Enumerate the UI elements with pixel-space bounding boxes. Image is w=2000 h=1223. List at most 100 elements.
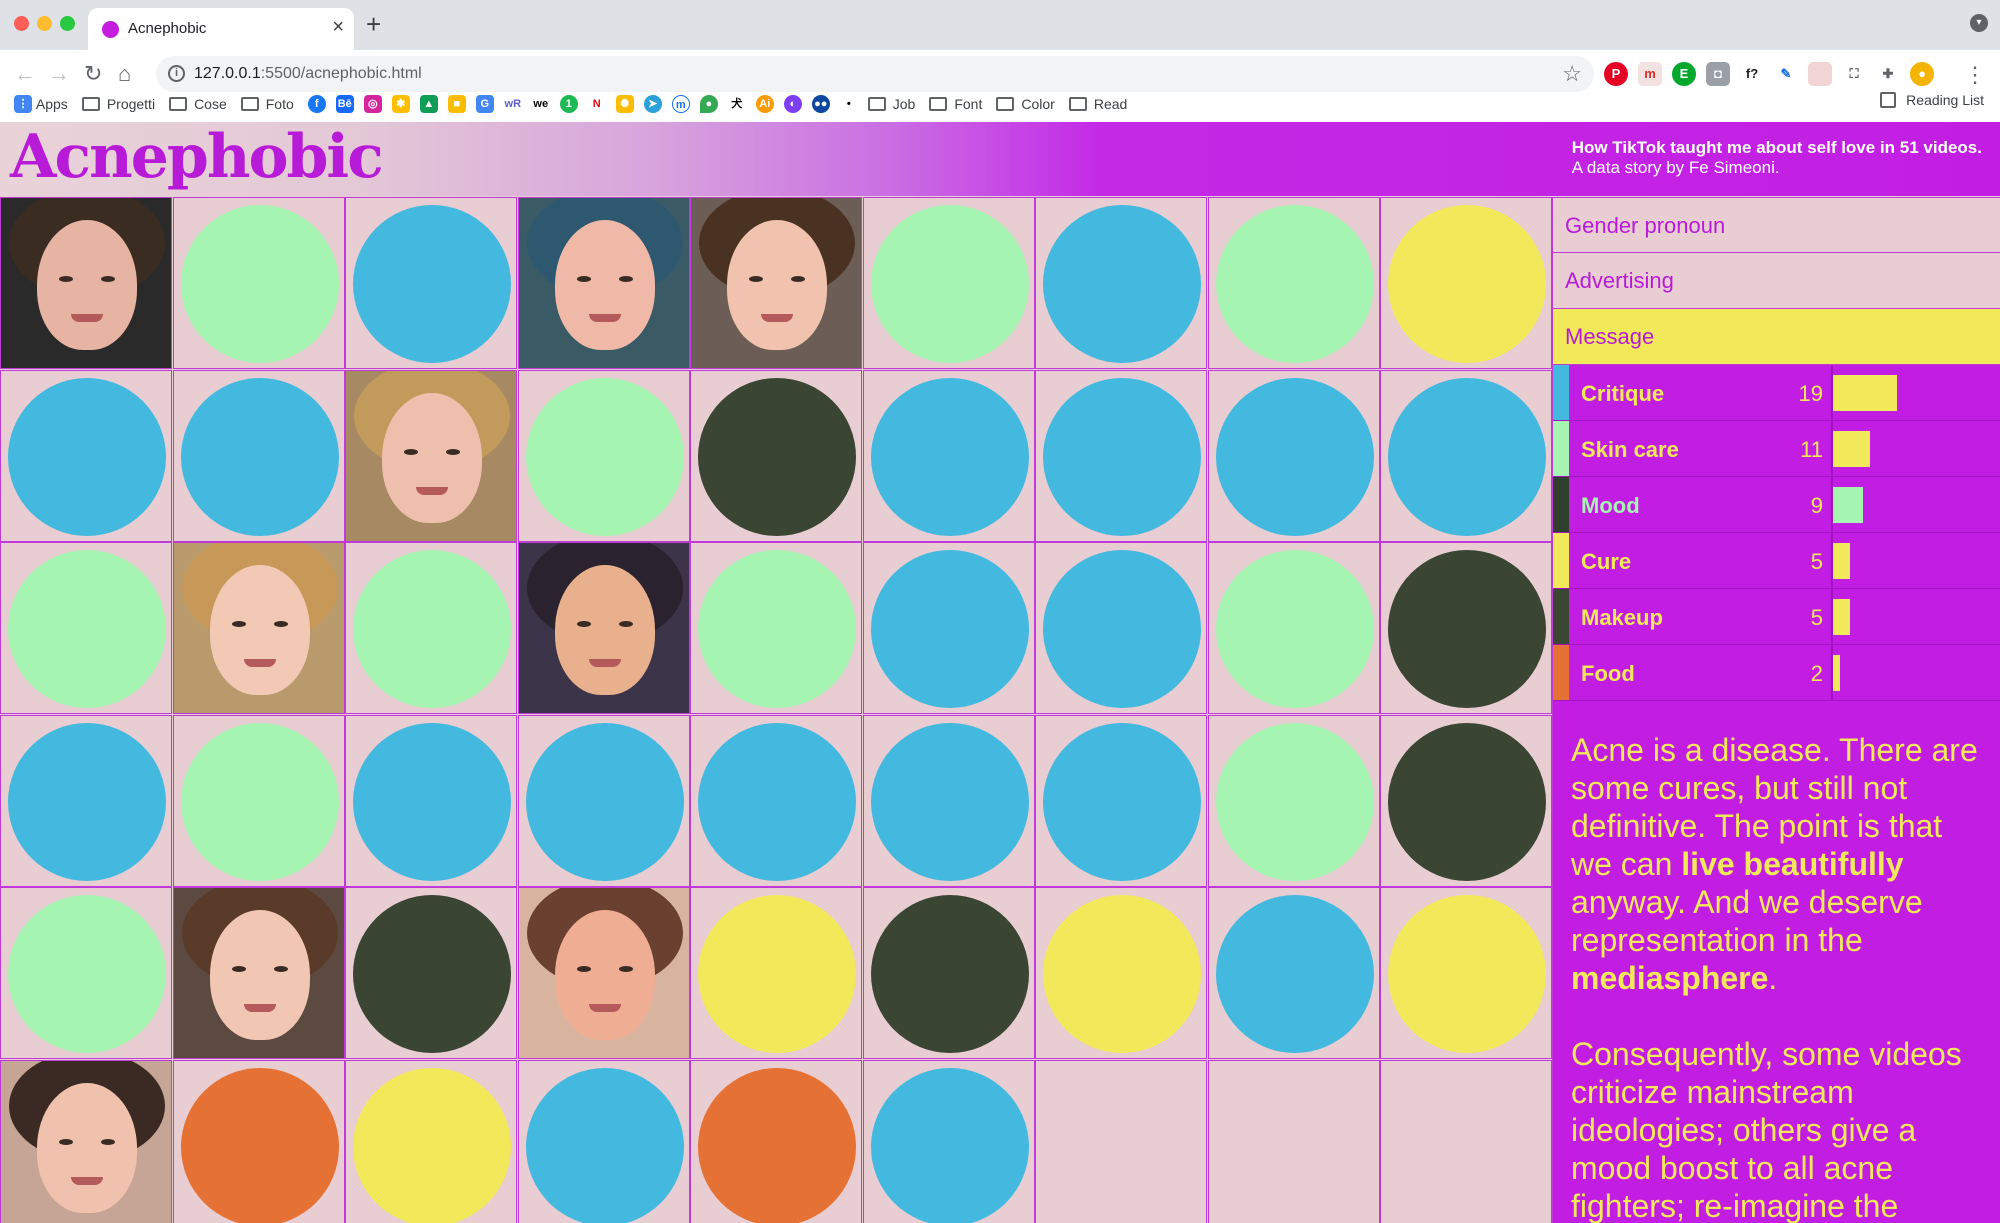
video-dot-cell[interactable] xyxy=(862,542,1035,714)
mint-category-dot[interactable] xyxy=(698,550,856,708)
video-dot-cell[interactable] xyxy=(690,542,862,714)
bookmark-folder-progetti[interactable]: Progetti xyxy=(81,96,155,112)
dark-category-dot[interactable] xyxy=(1388,550,1546,708)
blue-category-dot[interactable] xyxy=(1215,377,1374,536)
blue-category-dot[interactable] xyxy=(525,722,684,881)
orange-category-dot[interactable] xyxy=(698,1067,856,1223)
video-dot-cell[interactable] xyxy=(1035,369,1207,542)
maps-icon[interactable]: ● xyxy=(699,95,718,113)
one-icon[interactable]: 1 xyxy=(559,95,578,113)
yellow-category-dot[interactable] xyxy=(698,895,856,1053)
window-close-button[interactable] xyxy=(14,16,29,31)
back-arrow-icon[interactable]: ← xyxy=(14,62,36,86)
video-dot-cell[interactable] xyxy=(1380,197,1552,369)
video-thumbnail[interactable] xyxy=(690,197,862,369)
video-dot-cell[interactable] xyxy=(1380,714,1552,887)
video-dot-cell[interactable] xyxy=(862,1059,1035,1223)
video-dot-cell[interactable] xyxy=(172,1059,345,1223)
video-dot-cell[interactable] xyxy=(0,714,172,887)
video-dot-cell[interactable] xyxy=(0,369,172,542)
mint-category-dot[interactable] xyxy=(1215,550,1374,708)
video-dot-cell[interactable] xyxy=(1207,714,1380,887)
wordreference-icon[interactable]: wR xyxy=(503,95,522,113)
video-dot-cell[interactable] xyxy=(1035,887,1207,1059)
video-dot-cell[interactable] xyxy=(345,714,517,887)
video-dot-cell[interactable] xyxy=(172,714,345,887)
blue-category-dot[interactable] xyxy=(353,722,511,881)
blue-category-dot[interactable] xyxy=(1043,205,1201,363)
keep-icon[interactable]: ■ xyxy=(447,95,466,113)
video-thumbnail[interactable] xyxy=(0,197,172,369)
browser-tab[interactable]: Acnephobic × xyxy=(88,8,354,50)
video-dot-cell[interactable] xyxy=(690,887,862,1059)
yellow-category-dot[interactable] xyxy=(353,1067,511,1223)
mint-category-dot[interactable] xyxy=(180,722,339,881)
netflix-icon[interactable]: N xyxy=(587,95,606,113)
yellow-category-dot[interactable] xyxy=(1388,895,1546,1053)
video-dot-cell[interactable] xyxy=(862,714,1035,887)
video-dot-cell[interactable] xyxy=(1380,887,1552,1059)
video-dot-cell[interactable] xyxy=(1207,197,1380,369)
video-dot-cell[interactable] xyxy=(345,1059,517,1223)
bookmark-apps[interactable]: ⋮ Apps xyxy=(14,95,68,113)
video-thumbnail[interactable] xyxy=(172,542,345,714)
bookmark-folder-read[interactable]: Read xyxy=(1068,96,1127,112)
reading-list-button[interactable]: Reading List xyxy=(1880,92,1984,108)
instagram-icon[interactable]: ◎ xyxy=(363,95,382,113)
tab-search-icon[interactable]: ▾ xyxy=(1970,14,1988,32)
video-dot-cell[interactable] xyxy=(172,369,345,542)
orange-category-dot[interactable] xyxy=(180,1067,339,1223)
video-thumbnail[interactable] xyxy=(172,887,345,1059)
legend-row[interactable]: Critique 19 xyxy=(1553,365,2000,421)
video-dot-cell[interactable] xyxy=(1035,714,1207,887)
video-dot-cell[interactable] xyxy=(345,542,517,714)
blue-category-dot[interactable] xyxy=(698,722,856,881)
dot-icon[interactable]: • xyxy=(839,95,858,113)
video-dot-cell[interactable] xyxy=(690,1059,862,1223)
video-dot-cell[interactable] xyxy=(1207,887,1380,1059)
yellow-category-dot[interactable] xyxy=(1043,895,1201,1053)
pinterest-icon[interactable]: P xyxy=(1604,62,1628,86)
video-dot-cell[interactable] xyxy=(690,714,862,887)
filter-gender-pronoun[interactable]: Gender pronoun xyxy=(1553,197,2000,253)
video-dot-cell[interactable] xyxy=(1035,197,1207,369)
bookmark-icon[interactable]: ◐ xyxy=(783,95,802,113)
bookmark-icon[interactable]: ✱ xyxy=(391,95,410,113)
more-menu-icon[interactable]: ⋮ xyxy=(1964,62,1986,88)
video-dot-cell[interactable] xyxy=(345,197,517,369)
m-icon[interactable]: m xyxy=(671,95,690,113)
dark-category-dot[interactable] xyxy=(353,895,511,1053)
dark-category-dot[interactable] xyxy=(698,377,856,536)
video-thumbnail[interactable] xyxy=(0,1059,172,1223)
video-dot-cell[interactable] xyxy=(0,542,172,714)
mint-category-dot[interactable] xyxy=(1215,722,1374,881)
video-dot-cell[interactable] xyxy=(1035,542,1207,714)
video-thumbnail[interactable] xyxy=(345,369,517,542)
window-minimize-button[interactable] xyxy=(37,16,52,31)
blue-category-dot[interactable] xyxy=(525,1067,684,1223)
profile-avatar[interactable]: ● xyxy=(1910,62,1934,86)
video-thumbnail[interactable] xyxy=(517,887,690,1059)
blue-category-dot[interactable] xyxy=(1388,377,1546,536)
video-dot-cell[interactable] xyxy=(862,369,1035,542)
bookmark-icon[interactable]: 犬 xyxy=(727,95,746,113)
ai-icon[interactable]: Ai xyxy=(755,95,774,113)
yellow-category-dot[interactable] xyxy=(1388,205,1546,363)
video-dot-cell[interactable] xyxy=(862,197,1035,369)
camera-icon[interactable]: ◘ xyxy=(1706,62,1730,86)
bookmark-icon[interactable]: ●● xyxy=(811,95,830,113)
filter-advertising[interactable]: Advertising xyxy=(1553,253,2000,309)
picker-icon[interactable]: ✎ xyxy=(1774,62,1798,86)
home-icon[interactable]: ⌂ xyxy=(118,62,131,86)
bookmark-folder-cose[interactable]: Cose xyxy=(169,96,227,112)
mint-category-dot[interactable] xyxy=(1215,205,1374,363)
blue-category-dot[interactable] xyxy=(1043,722,1201,881)
tab-close-icon[interactable]: × xyxy=(332,17,344,37)
video-dot-cell[interactable] xyxy=(172,197,345,369)
extension-icon[interactable]: m xyxy=(1638,62,1662,86)
mint-category-dot[interactable] xyxy=(8,550,166,708)
drive-icon[interactable]: ▲ xyxy=(419,95,438,113)
extension-icon[interactable] xyxy=(1808,62,1832,86)
site-info-icon[interactable]: i xyxy=(168,65,185,82)
filter-message[interactable]: Message xyxy=(1553,309,2000,365)
